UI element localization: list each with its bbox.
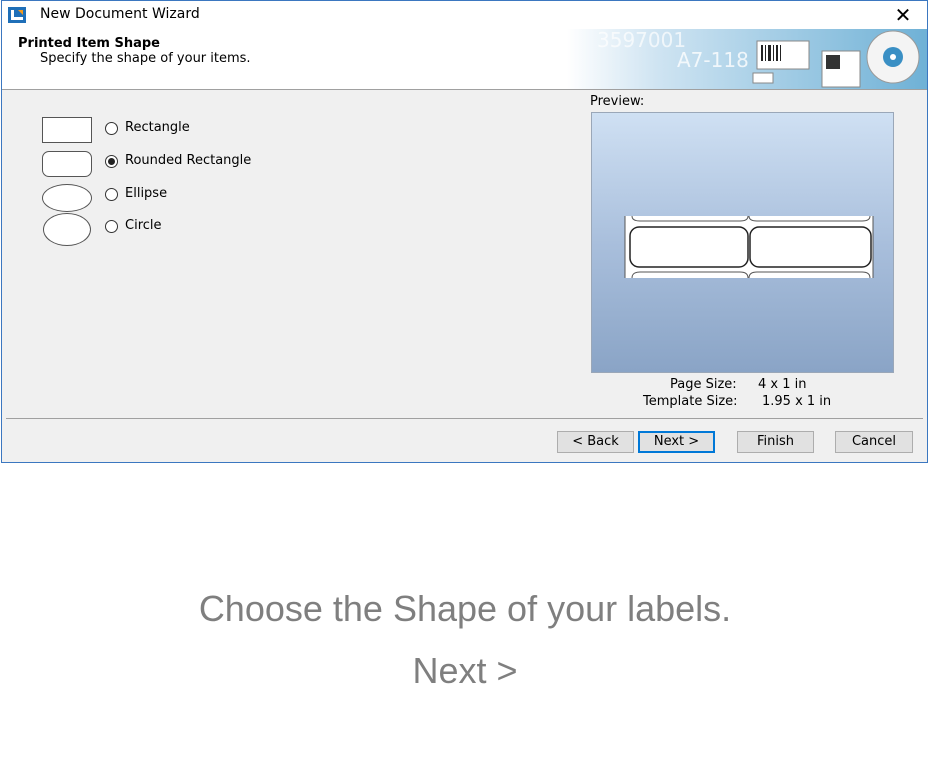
- ellipse-label[interactable]: Ellipse: [125, 186, 167, 201]
- page-size-value: 4 x 1 in: [758, 377, 807, 392]
- next-caption: Next >: [412, 650, 518, 691]
- shape-option-rounded-rectangle[interactable]: Rounded Rectangle: [42, 151, 302, 181]
- circle-label[interactable]: Circle: [125, 218, 162, 233]
- template-size-label: Template Size:: [643, 394, 738, 409]
- instruction-caption: Choose the Shape of your labels.: [198, 588, 732, 629]
- footer-divider: [6, 418, 923, 419]
- circle-shape-icon: [43, 213, 91, 246]
- header-banner-image: 3597001 A7-118: [567, 29, 927, 89]
- ellipse-shape-icon: [42, 184, 92, 212]
- cancel-button[interactable]: Cancel: [835, 431, 913, 453]
- template-size-value: 1.95 x 1 in: [762, 394, 832, 409]
- rounded-rectangle-radio[interactable]: [105, 155, 118, 168]
- back-button[interactable]: < Back: [557, 431, 634, 453]
- window-title: New Document Wizard: [40, 6, 200, 22]
- ellipse-radio[interactable]: [105, 188, 118, 201]
- banner-text: A7-118: [677, 48, 749, 72]
- label-preview-image: [624, 215, 874, 279]
- finish-button[interactable]: Finish: [737, 431, 814, 453]
- next-button[interactable]: Next >: [638, 431, 715, 453]
- svg-text:3597001: 3597001: [597, 29, 686, 52]
- page-subtitle: Specify the shape of your items.: [40, 51, 251, 66]
- rounded-rectangle-label[interactable]: Rounded Rectangle: [125, 153, 251, 168]
- title-bar: New Document Wizard ✕: [2, 1, 927, 29]
- rounded-rectangle-shape-icon: [42, 151, 92, 177]
- shape-option-rectangle[interactable]: Rectangle: [42, 117, 282, 147]
- page-size-label: Page Size:: [670, 377, 737, 392]
- wizard-header: Printed Item Shape Specify the shape of …: [2, 29, 927, 90]
- shape-option-ellipse[interactable]: Ellipse: [42, 184, 282, 214]
- circle-radio[interactable]: [105, 220, 118, 233]
- close-icon[interactable]: ✕: [883, 1, 923, 29]
- preview-panel: [591, 112, 894, 373]
- app-logo-icon: [8, 7, 26, 23]
- rectangle-shape-icon: [42, 117, 92, 143]
- wizard-dialog: New Document Wizard ✕ Printed Item Shape…: [1, 0, 928, 463]
- rectangle-radio[interactable]: [105, 122, 118, 135]
- rectangle-label[interactable]: Rectangle: [125, 120, 190, 135]
- page-title: Printed Item Shape: [18, 36, 160, 51]
- shape-option-circle[interactable]: Circle: [42, 213, 282, 246]
- preview-label: Preview:: [590, 94, 645, 109]
